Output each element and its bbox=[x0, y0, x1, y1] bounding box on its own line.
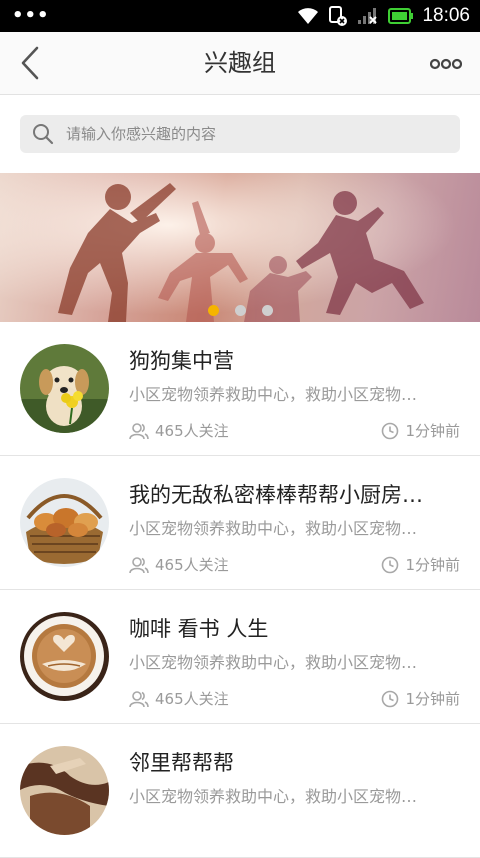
update-time: 1分钟前 bbox=[381, 420, 460, 441]
chevron-left-icon bbox=[21, 46, 39, 80]
list-item[interactable]: 我的无敌私密棒棒帮帮小厨房… 小区宠物领养救助中心，救助小区宠物… 465人关注… bbox=[0, 456, 480, 590]
back-button[interactable] bbox=[10, 42, 50, 84]
status-time: 18:06 bbox=[422, 5, 470, 26]
status-icons: 18:06 bbox=[296, 0, 470, 32]
users-icon bbox=[129, 690, 149, 707]
avatar-coffee bbox=[20, 612, 109, 701]
group-description: 小区宠物领养救助中心，救助小区宠物… bbox=[129, 653, 418, 672]
followers-count: 465人关注 bbox=[129, 554, 229, 575]
carousel-indicator bbox=[0, 305, 480, 316]
clock-icon bbox=[382, 556, 399, 573]
clock-icon bbox=[382, 690, 399, 707]
battery-icon bbox=[388, 8, 414, 24]
search-icon bbox=[33, 124, 54, 145]
followers-count: 465人关注 bbox=[129, 688, 229, 709]
group-list: 狗狗集中营 小区宠物领养救助中心，救助小区宠物… 465人关注 1分钟前 我的无… bbox=[0, 322, 480, 858]
avatar-puppy bbox=[20, 344, 109, 433]
banner-image bbox=[0, 173, 480, 322]
group-title: 我的无敌私密棒棒帮帮小厨房… bbox=[129, 483, 423, 507]
dots-menu-icon: ••• bbox=[12, 5, 50, 26]
search-input[interactable] bbox=[66, 115, 446, 153]
followers-count: 465人关注 bbox=[129, 420, 229, 441]
signal-x-icon bbox=[358, 8, 378, 24]
group-title: 咖啡 看书 人生 bbox=[129, 617, 269, 641]
status-bar: ••• 18:06 bbox=[0, 0, 480, 32]
avatar-hands bbox=[20, 746, 109, 835]
group-title: 狗狗集中营 bbox=[129, 349, 234, 373]
nav-bar: 兴趣组 bbox=[0, 32, 480, 95]
group-description: 小区宠物领养救助中心，救助小区宠物… bbox=[129, 385, 418, 404]
group-title: 邻里帮帮帮 bbox=[129, 751, 234, 775]
more-dots-icon bbox=[430, 58, 462, 70]
avatar-bread-basket bbox=[20, 478, 109, 567]
list-item[interactable]: 咖啡 看书 人生 小区宠物领养救助中心，救助小区宠物… 465人关注 1分钟前 bbox=[0, 590, 480, 724]
search-area bbox=[0, 96, 480, 173]
users-icon bbox=[129, 422, 149, 439]
carousel-dot-1[interactable] bbox=[207, 305, 219, 316]
more-button[interactable] bbox=[426, 50, 466, 78]
time-label: 1分钟前 bbox=[405, 556, 460, 574]
group-meta: 465人关注 1分钟前 bbox=[129, 688, 460, 710]
followers-label: 465人关注 bbox=[155, 422, 229, 440]
time-label: 1分钟前 bbox=[405, 422, 460, 440]
users-icon bbox=[129, 556, 149, 573]
followers-label: 465人关注 bbox=[155, 690, 229, 708]
search-box[interactable] bbox=[20, 115, 460, 153]
banner-carousel[interactable] bbox=[0, 173, 480, 322]
followers-label: 465人关注 bbox=[155, 556, 229, 574]
list-item[interactable]: 邻里帮帮帮 小区宠物领养救助中心，救助小区宠物… bbox=[0, 724, 480, 858]
clock-icon bbox=[382, 422, 399, 439]
group-description: 小区宠物领养救助中心，救助小区宠物… bbox=[129, 787, 418, 806]
group-description: 小区宠物领养救助中心，救助小区宠物… bbox=[129, 519, 418, 538]
sim-x-icon bbox=[329, 6, 348, 26]
wifi-icon bbox=[298, 8, 319, 24]
group-meta: 465人关注 1分钟前 bbox=[129, 420, 460, 442]
carousel-dot-3[interactable] bbox=[261, 305, 273, 316]
update-time: 1分钟前 bbox=[381, 688, 460, 709]
group-meta: 465人关注 1分钟前 bbox=[129, 554, 460, 576]
update-time: 1分钟前 bbox=[381, 554, 460, 575]
time-label: 1分钟前 bbox=[405, 690, 460, 708]
list-item[interactable]: 狗狗集中营 小区宠物领养救助中心，救助小区宠物… 465人关注 1分钟前 bbox=[0, 322, 480, 456]
carousel-dot-2[interactable] bbox=[234, 305, 246, 316]
page-title: 兴趣组 bbox=[204, 49, 276, 77]
